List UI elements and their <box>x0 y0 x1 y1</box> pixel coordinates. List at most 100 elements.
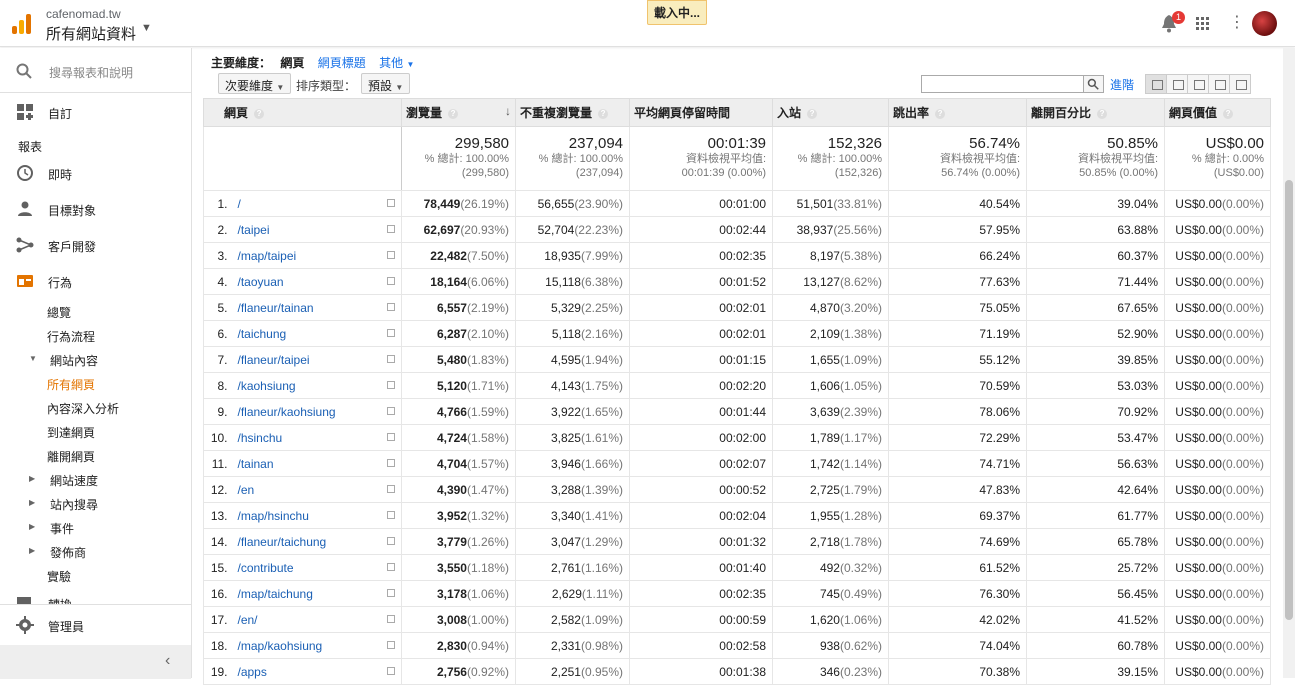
page-link[interactable]: /en/ <box>231 606 403 633</box>
table-view-icon[interactable] <box>1146 75 1167 93</box>
open-external-icon[interactable] <box>387 251 396 259</box>
sidebar-subitem-site-speed[interactable]: 網站速度 <box>50 472 98 489</box>
page-link[interactable]: /taoyuan <box>231 268 403 295</box>
open-external-icon[interactable] <box>387 381 396 389</box>
sidebar-subitem-behavior-flow[interactable]: 行為流程 <box>47 328 95 345</box>
page-link[interactable]: /flaneur/kaohsiung <box>231 398 403 425</box>
open-external-icon[interactable] <box>387 563 396 571</box>
open-external-icon[interactable] <box>387 277 396 285</box>
help-icon[interactable]: ? <box>598 108 609 119</box>
sidebar-item-audience[interactable]: 目標對象 <box>0 194 191 224</box>
sidebar-subitem-site-content[interactable]: 網站內容 <box>50 352 98 369</box>
open-external-icon[interactable] <box>387 225 396 233</box>
primary-dimension-page[interactable]: 網頁 <box>280 56 304 70</box>
open-external-icon[interactable] <box>387 407 396 415</box>
page-link[interactable]: /flaneur/taipei <box>231 346 403 373</box>
page-link[interactable]: /flaneur/tainan <box>231 294 403 321</box>
secondary-dimension-select[interactable]: 次要維度 ▼ <box>218 73 292 94</box>
sidebar-subitem-all-pages[interactable]: 所有網頁 <box>47 376 95 393</box>
page-link[interactable]: /flaneur/taichung <box>231 528 403 555</box>
row-index: 5. <box>203 294 232 321</box>
scrollbar-thumb[interactable] <box>1285 180 1293 620</box>
open-external-icon[interactable] <box>387 303 396 311</box>
help-icon[interactable]: ? <box>1097 108 1108 119</box>
sidebar-search[interactable]: 搜尋報表和說明 <box>0 48 191 93</box>
sidebar-item-customize[interactable]: 自訂 <box>0 97 191 127</box>
help-icon[interactable]: ? <box>448 108 459 119</box>
page-link[interactable]: /contribute <box>231 554 403 581</box>
col-header-page[interactable]: 網頁? <box>202 98 403 127</box>
comparison-view-icon[interactable] <box>1209 75 1230 93</box>
page-link[interactable]: /en <box>231 476 403 503</box>
sidebar-subitem-site-search[interactable]: 站內搜尋 <box>50 496 98 513</box>
sidebar-item-conversions[interactable]: 轉換 <box>0 595 191 604</box>
open-external-icon[interactable] <box>387 355 396 363</box>
help-icon[interactable]: ? <box>1223 108 1234 119</box>
open-external-icon[interactable] <box>387 459 396 467</box>
page-link[interactable]: /kaohsiung <box>231 372 403 399</box>
col-header-exit-pct[interactable]: 離開百分比? <box>1026 98 1166 127</box>
page-link[interactable]: /map/taichung <box>231 580 403 607</box>
sidebar-subitem-landing-pages[interactable]: 到達網頁 <box>47 424 95 441</box>
primary-dimension-page-title[interactable]: 網頁標題 <box>318 56 366 70</box>
pie-view-icon[interactable] <box>1167 75 1188 93</box>
page-link[interactable]: /taipei <box>231 216 403 243</box>
sidebar-subitem-content-drilldown[interactable]: 內容深入分析 <box>47 400 119 417</box>
page-link[interactable]: /map/taipei <box>231 242 403 269</box>
page-link[interactable]: /taichung <box>231 320 403 347</box>
expand-right-icon[interactable]: ▶ <box>29 522 35 531</box>
help-icon[interactable]: ? <box>254 108 265 119</box>
sidebar-subitem-experiments[interactable]: 實驗 <box>47 568 71 585</box>
avatar[interactable] <box>1252 11 1277 36</box>
primary-dimension-other[interactable]: 其他 ▼ <box>379 56 414 70</box>
open-external-icon[interactable] <box>387 615 396 623</box>
performance-view-icon[interactable] <box>1188 75 1209 93</box>
page-link[interactable]: /map/hsinchu <box>231 502 403 529</box>
open-external-icon[interactable] <box>387 329 396 337</box>
page-link[interactable]: /hsinchu <box>231 424 403 451</box>
col-header-unique-pageviews[interactable]: 不重複瀏覽量? <box>515 98 631 127</box>
table-search-input[interactable] <box>921 75 1104 93</box>
page-link[interactable]: /map/kaohsiung <box>231 632 403 659</box>
property-selector[interactable]: 所有網站資料 <box>46 23 136 44</box>
apps-grid-icon[interactable] <box>1196 17 1210 31</box>
page-link[interactable]: /apps <box>231 658 403 685</box>
sidebar-item-admin[interactable]: 管理員 <box>0 610 191 640</box>
sidebar-subitem-exit-pages[interactable]: 離開網頁 <box>47 448 95 465</box>
col-header-page-value[interactable]: 網頁價值? <box>1164 98 1272 127</box>
sidebar-item-acquisition[interactable]: 客戶開發 <box>0 230 191 260</box>
open-external-icon[interactable] <box>387 667 396 675</box>
collapse-sidebar-button[interactable]: ‹ <box>0 645 191 679</box>
pivot-view-icon[interactable] <box>1230 75 1250 93</box>
sidebar-subitem-overview[interactable]: 總覽 <box>47 304 71 321</box>
col-header-bounce-rate[interactable]: 跳出率? <box>888 98 1028 127</box>
open-external-icon[interactable] <box>387 433 396 441</box>
analytics-logo-icon[interactable] <box>12 14 32 34</box>
col-header-pageviews[interactable]: 瀏覽量? ↓ <box>401 98 517 127</box>
open-external-icon[interactable] <box>387 589 396 597</box>
more-vert-icon[interactable]: ⋮ <box>1229 15 1245 31</box>
expand-right-icon[interactable]: ▶ <box>29 546 35 555</box>
expand-right-icon[interactable]: ▶ <box>29 498 35 507</box>
sidebar-item-behavior[interactable]: 行為 <box>0 266 191 296</box>
open-external-icon[interactable] <box>387 511 396 519</box>
col-header-avg-time[interactable]: 平均網頁停留時間 <box>629 98 774 127</box>
open-external-icon[interactable] <box>387 199 396 207</box>
page-link[interactable]: / <box>231 190 403 217</box>
col-header-entrances[interactable]: 入站? <box>772 98 890 127</box>
expand-right-icon[interactable]: ▶ <box>29 474 35 483</box>
open-external-icon[interactable] <box>387 537 396 545</box>
open-external-icon[interactable] <box>387 641 396 649</box>
search-icon[interactable] <box>1083 76 1103 92</box>
sidebar-subitem-events[interactable]: 事件 <box>50 520 74 537</box>
sidebar-item-realtime[interactable]: 即時 <box>0 158 191 188</box>
sort-type-select[interactable]: 預設 ▼ <box>361 73 411 94</box>
help-icon[interactable]: ? <box>935 108 946 119</box>
advanced-filter-link[interactable]: 進階 <box>1110 76 1134 93</box>
open-external-icon[interactable] <box>387 485 396 493</box>
caret-down-icon[interactable]: ▼ <box>141 22 152 34</box>
help-icon[interactable]: ? <box>807 108 818 119</box>
sidebar-subitem-publisher[interactable]: 發佈商 <box>50 544 86 561</box>
page-link[interactable]: /tainan <box>231 450 403 477</box>
expand-down-icon[interactable]: ▼ <box>29 354 37 363</box>
